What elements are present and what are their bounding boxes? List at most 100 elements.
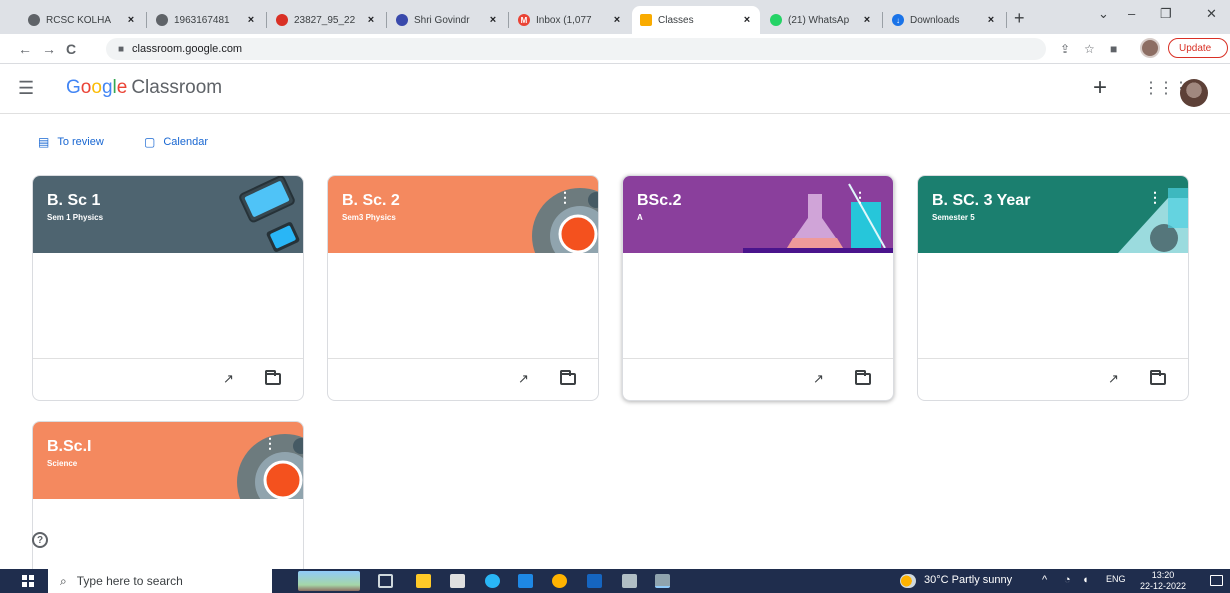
url-text: classroom.google.com: [132, 43, 243, 55]
to-review-label: To review: [57, 136, 104, 148]
edge-icon[interactable]: [485, 574, 500, 588]
class-card[interactable]: B. Sc. 2 Sem3 Physics ⋮ ↗: [327, 175, 599, 401]
photos-icon[interactable]: [622, 574, 637, 588]
class-section: Science: [47, 459, 78, 468]
chrome-icon[interactable]: [552, 574, 567, 588]
class-card[interactable]: B. Sc 1 Sem 1 Physics ↗: [32, 175, 304, 401]
class-banner[interactable]: BSc.2 A ⋮: [623, 176, 893, 253]
taskbar-search-box[interactable]: ⌕ Type here to search: [48, 569, 272, 593]
side-panel-icon[interactable]: ■: [1110, 42, 1117, 56]
weather-icon[interactable]: [900, 574, 916, 588]
class-card-footer: ↗: [328, 358, 598, 400]
tab-label: RCSC KOLHA: [46, 14, 112, 26]
tab-search-icon[interactable]: ⌄: [1098, 6, 1109, 22]
browser-profile-avatar[interactable]: [1140, 38, 1160, 58]
url-field[interactable]: ■ classroom.google.com: [106, 38, 1046, 60]
close-window-button[interactable]: ✕: [1206, 6, 1217, 22]
tab-inbox[interactable]: M Inbox (1,077 ×: [510, 6, 630, 34]
search-highlight-image[interactable]: [298, 571, 360, 591]
class-banner[interactable]: B.Sc.I Science ⋮: [33, 422, 303, 499]
class-banner[interactable]: B. Sc. 2 Sem3 Physics ⋮: [328, 176, 598, 253]
minimize-button[interactable]: –: [1128, 6, 1135, 21]
lab-glassware-illustration: [743, 183, 893, 253]
update-button[interactable]: Update: [1168, 38, 1228, 58]
class-title[interactable]: B. Sc 1: [47, 192, 100, 210]
reload-button[interactable]: C: [66, 41, 76, 57]
classroom-logo[interactable]: Google Classroom: [66, 77, 222, 99]
app-icon[interactable]: [655, 574, 670, 588]
tab-rcsc[interactable]: RCSC KOLHA ×: [20, 6, 144, 34]
forward-button[interactable]: →: [42, 41, 56, 57]
more-options-icon[interactable]: ⋮: [1148, 189, 1162, 206]
more-options-icon[interactable]: ⋮: [263, 435, 277, 452]
class-card[interactable]: B. SC. 3 Year Semester 5 ⋮ ↗: [917, 175, 1189, 401]
site-icon: [396, 14, 408, 26]
folder-icon[interactable]: [560, 370, 576, 385]
close-icon[interactable]: ×: [244, 14, 258, 26]
chevron-up-icon[interactable]: ^: [1042, 574, 1047, 586]
more-options-icon[interactable]: ⋮: [853, 189, 867, 206]
globe-icon: [28, 14, 40, 26]
close-icon[interactable]: ×: [984, 14, 998, 26]
language-indicator[interactable]: ENG: [1106, 574, 1126, 584]
mail-icon[interactable]: [518, 574, 533, 588]
windows-start-icon[interactable]: [22, 575, 34, 587]
trending-icon[interactable]: ↗: [223, 371, 234, 387]
tab-23827[interactable]: 23827_95_22 ×: [268, 6, 384, 34]
tab-label: Inbox (1,077: [536, 14, 592, 26]
tab-shri-govindr[interactable]: Shri Govindr ×: [388, 6, 506, 34]
folder-icon[interactable]: [265, 370, 281, 385]
class-title[interactable]: BSc.2: [637, 192, 681, 210]
class-banner[interactable]: B. SC. 3 Year Semester 5 ⋮: [918, 176, 1188, 253]
tab-1963167481[interactable]: 1963167481 ×: [148, 6, 264, 34]
gmail-icon: M: [518, 14, 530, 26]
new-tab-button[interactable]: +: [1014, 8, 1025, 29]
trending-icon[interactable]: ↗: [1108, 371, 1119, 387]
close-icon[interactable]: ×: [364, 14, 378, 26]
main-menu-icon[interactable]: ☰: [18, 78, 34, 99]
task-view-icon[interactable]: [378, 574, 393, 588]
trending-icon[interactable]: ↗: [813, 371, 824, 387]
help-icon[interactable]: ?: [32, 532, 48, 548]
close-icon[interactable]: ×: [486, 14, 500, 26]
network-icon[interactable]: ◔: [1064, 574, 1071, 586]
class-banner[interactable]: B. Sc 1 Sem 1 Physics: [33, 176, 303, 253]
close-icon[interactable]: ×: [124, 14, 138, 26]
browser-tab-strip: RCSC KOLHA × 1963167481 × 23827_95_22 × …: [0, 0, 1230, 34]
notifications-icon[interactable]: [1210, 575, 1223, 586]
clock[interactable]: 13:20 22-12-2022: [1140, 570, 1186, 592]
to-review-link[interactable]: ▤ To review: [38, 135, 104, 149]
weather-text[interactable]: 30°C Partly sunny: [924, 574, 1012, 586]
tab-label: Classes: [658, 14, 694, 26]
bookmark-star-icon[interactable]: ☆: [1084, 42, 1095, 56]
store-icon[interactable]: [450, 574, 465, 588]
close-icon[interactable]: ×: [610, 14, 624, 26]
word-icon[interactable]: [587, 574, 602, 588]
more-options-icon[interactable]: ⋮: [558, 189, 572, 206]
search-icon: ⌕: [60, 573, 67, 588]
tab-downloads[interactable]: ↓ Downloads ×: [884, 6, 1004, 34]
google-wordmark: Google: [66, 77, 128, 98]
trending-icon[interactable]: ↗: [518, 371, 529, 387]
update-label: Update: [1179, 42, 1212, 54]
calendar-link[interactable]: ▢ Calendar: [144, 135, 208, 149]
account-avatar[interactable]: [1180, 79, 1208, 107]
restore-button[interactable]: ❐: [1160, 6, 1172, 22]
close-icon[interactable]: ×: [740, 14, 754, 26]
class-title[interactable]: B. SC. 3 Year: [932, 192, 1030, 210]
create-join-class-button[interactable]: +: [1093, 74, 1107, 102]
folder-icon[interactable]: [1150, 370, 1166, 385]
class-card[interactable]: BSc.2 A ⋮ ↗: [622, 175, 894, 401]
close-icon[interactable]: ×: [860, 14, 874, 26]
class-card[interactable]: B.Sc.I Science ⋮: [32, 421, 304, 573]
class-title[interactable]: B. Sc. 2: [342, 192, 400, 210]
class-title[interactable]: B.Sc.I: [47, 438, 91, 456]
volume-icon[interactable]: ◖: [1082, 574, 1089, 586]
file-explorer-icon[interactable]: [416, 574, 431, 588]
back-button[interactable]: ←: [18, 41, 32, 57]
folder-icon[interactable]: [855, 370, 871, 385]
classroom-header: ☰ Google Classroom + ⋮⋮⋮: [0, 64, 1230, 114]
tab-whatsapp[interactable]: (21) WhatsAp ×: [762, 6, 880, 34]
tab-classes[interactable]: Classes ×: [632, 6, 760, 34]
share-icon[interactable]: ⇪: [1060, 42, 1070, 56]
